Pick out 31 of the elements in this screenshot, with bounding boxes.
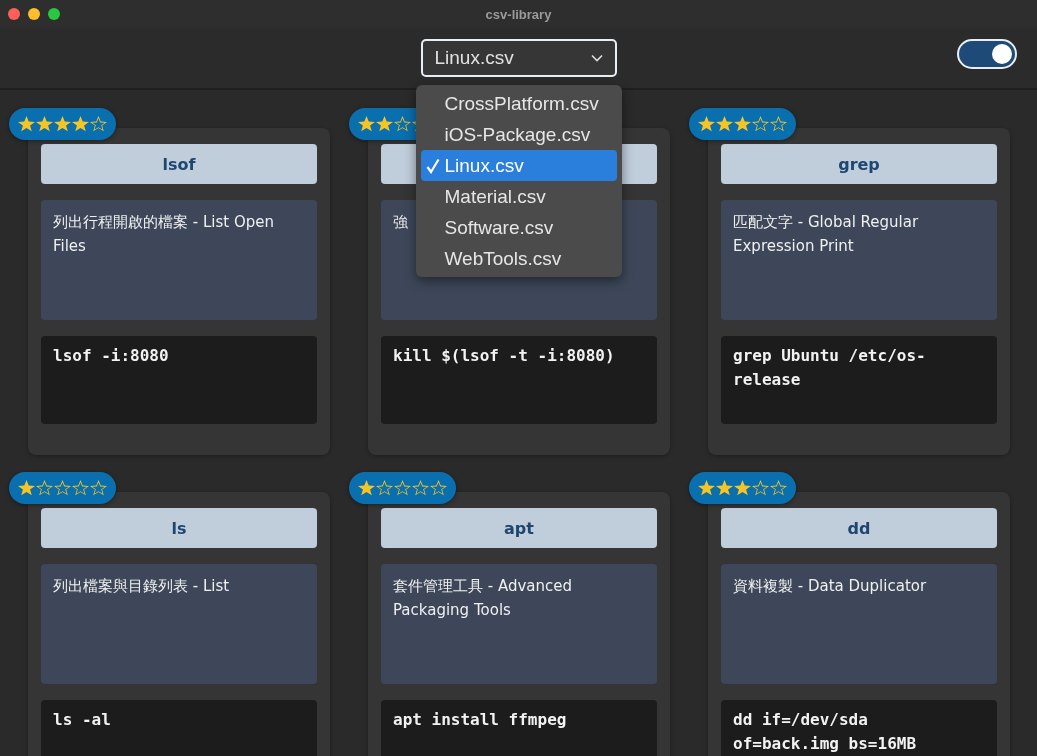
menu-option[interactable]: Linux.csv (420, 150, 617, 181)
menu-option[interactable]: CrossPlatform.csv (420, 88, 617, 119)
close-button[interactable] (8, 8, 20, 20)
description-text: 列出行程開啟的檔案 - List Open Files (53, 213, 274, 255)
chevron-icon (590, 54, 603, 62)
description-text: 套件管理工具 - Advanced Packaging Tools (393, 577, 573, 619)
command-title: lsof (41, 144, 317, 184)
menu-option[interactable]: iOS-Package.csv (420, 119, 617, 150)
description-text: 匹配文字 - Global Regular Expression Print (733, 213, 919, 255)
command-text: ls -al (53, 710, 111, 729)
command-title: apt (381, 508, 657, 548)
description-text: 列出檔案與目錄列表 - List (53, 577, 230, 595)
command-text: kill $(lsof -t -i:8080) (393, 346, 615, 365)
description-text: 資料複製 - Data Duplicator (733, 577, 927, 595)
menu-option[interactable]: WebTools.csv (420, 243, 617, 274)
command-text: lsof -i:8080 (53, 346, 169, 365)
command-text: apt install ffmpeg (393, 710, 567, 729)
toggle-switch[interactable] (957, 39, 1017, 69)
command-title: dd (721, 508, 997, 548)
window-title: csv-library (485, 6, 552, 22)
command-text: grep Ubuntu /etc/os-release (733, 346, 926, 389)
file-dropdown[interactable]: Linux.csv (420, 39, 617, 77)
checkmark-icon (425, 157, 440, 174)
description-text: 強 (393, 213, 408, 231)
command-title: grep (721, 144, 997, 184)
minimize-button[interactable] (28, 8, 40, 20)
menu-option[interactable]: Material.csv (420, 181, 617, 212)
menu-option[interactable]: Software.csv (420, 212, 617, 243)
command-title: ls (41, 508, 317, 548)
zoom-button[interactable] (48, 8, 60, 20)
command-text: dd if=/dev/sda of=back.img bs=16MB (733, 710, 917, 753)
